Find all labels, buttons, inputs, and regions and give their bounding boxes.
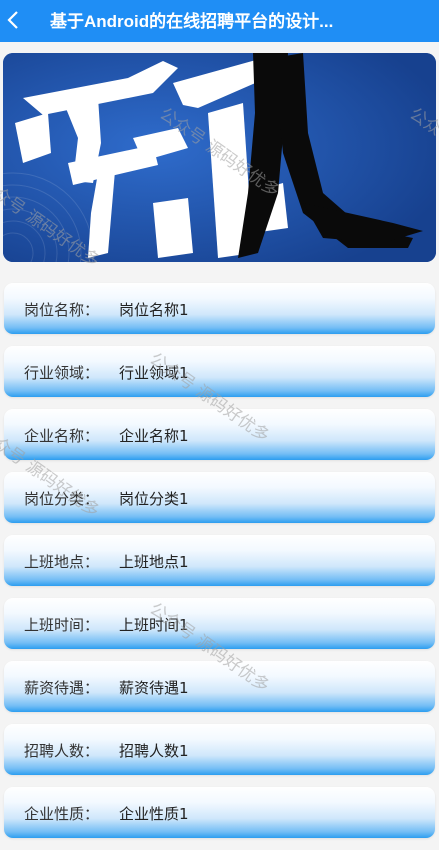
field-row-company-type: 企业性质： 企业性质1 [4, 787, 435, 838]
field-value: 上班时间1 [119, 616, 189, 634]
field-row-industry: 行业领域： 行业领域1 [4, 346, 435, 397]
field-label: 上班地点： [24, 553, 100, 571]
field-value: 岗位名称1 [119, 301, 189, 319]
banner-image [3, 53, 436, 262]
field-value: 行业领域1 [119, 364, 189, 382]
field-label: 薪资待遇： [24, 679, 100, 697]
back-button[interactable] [3, 8, 25, 32]
field-row-headcount: 招聘人数： 招聘人数1 [4, 724, 435, 775]
page-title: 基于Android的在线招聘平台的设计... [50, 12, 334, 31]
field-value: 岗位分类1 [119, 490, 189, 508]
app-header: 基于Android的在线招聘平台的设计... [0, 0, 439, 42]
field-label: 行业领域： [24, 364, 100, 382]
field-value: 招聘人数1 [119, 742, 189, 760]
field-value: 薪资待遇1 [119, 679, 189, 697]
field-label: 企业性质： [24, 805, 100, 823]
field-label: 岗位分类： [24, 490, 100, 508]
field-label: 岗位名称： [24, 301, 100, 319]
field-row-location: 上班地点： 上班地点1 [4, 535, 435, 586]
calligraphy-image [3, 53, 436, 262]
field-row-category: 岗位分类： 岗位分类1 [4, 472, 435, 523]
field-label: 企业名称： [24, 427, 100, 445]
field-row-salary: 薪资待遇： 薪资待遇1 [4, 661, 435, 712]
field-row-company: 企业名称： 企业名称1 [4, 409, 435, 460]
field-row-job-name: 岗位名称： 岗位名称1 [4, 283, 435, 334]
job-detail-list: 岗位名称： 岗位名称1 行业领域： 行业领域1 企业名称： 企业名称1 岗位分类… [4, 283, 435, 850]
field-row-work-time: 上班时间： 上班时间1 [4, 598, 435, 649]
field-label: 上班时间： [24, 616, 100, 634]
field-value: 上班地点1 [119, 553, 189, 571]
field-value: 企业性质1 [119, 805, 189, 823]
field-label: 招聘人数： [24, 742, 100, 760]
chevron-left-icon [7, 11, 18, 29]
field-value: 企业名称1 [119, 427, 189, 445]
